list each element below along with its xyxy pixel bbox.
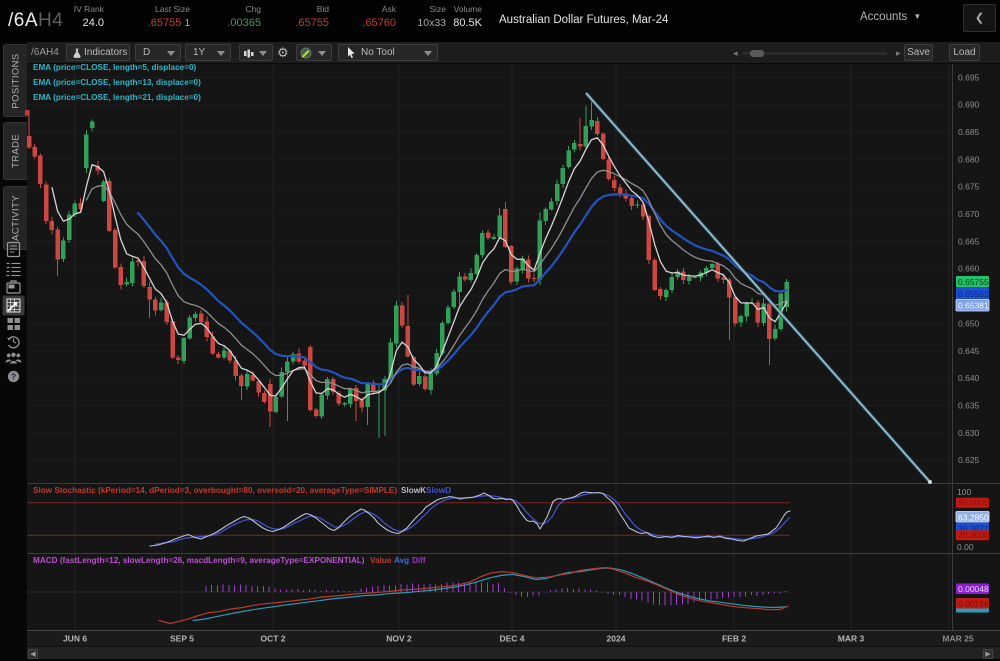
svg-text:FEB 2: FEB 2 — [722, 634, 746, 644]
svg-text:EMA (price=CLOSE, length=5, di: EMA (price=CLOSE, length=5, displace=0) — [33, 63, 197, 72]
svg-text:0.690: 0.690 — [958, 100, 980, 110]
svg-text:SlowK: SlowK — [401, 486, 426, 495]
svg-text:0.640: 0.640 — [958, 373, 980, 383]
svg-text:JUN 6: JUN 6 — [63, 634, 87, 644]
svg-text:MAR 25: MAR 25 — [942, 634, 973, 644]
svg-text:?: ? — [11, 371, 16, 381]
svg-text:0.00: 0.00 — [957, 542, 974, 552]
svg-text:63.2850: 63.2850 — [958, 513, 989, 523]
svg-text:SEP 5: SEP 5 — [170, 634, 194, 644]
svg-text:0.65381: 0.65381 — [958, 301, 989, 311]
svg-text:Value: Value — [370, 556, 392, 565]
svg-text:20.0000: 20.0000 — [958, 530, 989, 540]
svg-text:0.630: 0.630 — [958, 428, 980, 438]
svg-text:0.675: 0.675 — [958, 182, 980, 192]
svg-text:0.670: 0.670 — [958, 209, 980, 219]
svg-text:0.695: 0.695 — [958, 72, 980, 82]
svg-text:0.650: 0.650 — [958, 318, 980, 328]
svg-text:0.665: 0.665 — [958, 236, 980, 246]
svg-text:0.685: 0.685 — [958, 127, 980, 137]
svg-text:Avg: Avg — [394, 556, 409, 565]
svg-text:0.625: 0.625 — [958, 455, 980, 465]
svg-text:0.680: 0.680 — [958, 154, 980, 164]
svg-text:0.00186: 0.00186 — [958, 599, 989, 609]
svg-text:EMA (price=CLOSE, length=21, d: EMA (price=CLOSE, length=21, displace=0) — [33, 93, 201, 102]
svg-text:2024: 2024 — [607, 634, 626, 644]
svg-text:SlowD: SlowD — [426, 486, 451, 495]
svg-text:100: 100 — [957, 487, 971, 497]
svg-text:Slow Stochastic (kPeriod=14, d: Slow Stochastic (kPeriod=14, dPeriod=3, … — [33, 486, 397, 495]
svg-text:NOV 2: NOV 2 — [386, 634, 412, 644]
svg-text:0.660: 0.660 — [958, 264, 980, 274]
svg-text:EMA (price=CLOSE, length=13, d: EMA (price=CLOSE, length=13, displace=0) — [33, 78, 201, 87]
svg-text:80.0000: 80.0000 — [958, 498, 989, 508]
svg-text:0.65552: 0.65552 — [958, 289, 989, 299]
svg-text:OCT 2: OCT 2 — [260, 634, 285, 644]
svg-text:MAR 3: MAR 3 — [838, 634, 865, 644]
svg-text:0.635: 0.635 — [958, 400, 980, 410]
svg-text:DEC 4: DEC 4 — [499, 634, 524, 644]
svg-text:MACD (fastLength=12, slowLengt: MACD (fastLength=12, slowLength=26, macd… — [33, 556, 365, 565]
svg-text:0.645: 0.645 — [958, 346, 980, 356]
svg-text:0.65755: 0.65755 — [958, 277, 989, 287]
svg-text:Diff: Diff — [412, 556, 426, 565]
svg-text:0.00048: 0.00048 — [958, 584, 989, 594]
